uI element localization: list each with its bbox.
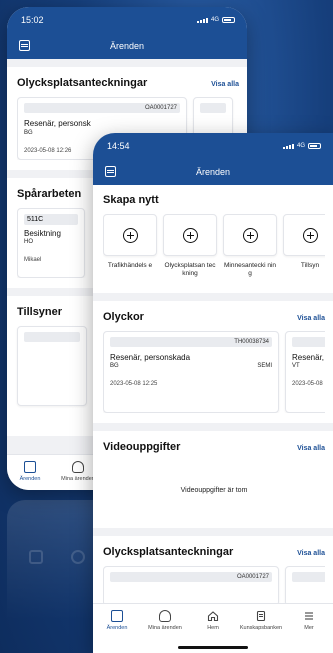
back-status-time: 15:02 [21,15,44,25]
front-nav-bar: Ärenden [93,159,333,185]
back-status-bar: 15:02 4G [7,7,247,33]
back-notes-view-all-link[interactable]: Visa alla [211,81,239,88]
back-track-work-card[interactable]: 511C Besiktning HO Mikael [17,207,85,279]
home-indicator [178,646,248,649]
tab-cases[interactable]: Ärenden [93,604,141,653]
back-track-work-sub: HO [24,239,33,246]
list-icon[interactable] [19,40,30,51]
front-header: 14:54 4G Ärenden [93,133,333,185]
accident-title: Resenär, personskada [110,352,191,362]
create-accident-note-button[interactable]: Olycksplatsan teckning [163,214,217,279]
accident-category: SEMI [257,363,272,370]
back-tab-cases[interactable]: Ärenden [7,455,53,490]
create-memo-button[interactable]: Minnesantecki ning [223,214,277,279]
home-icon [207,610,219,622]
accident-note-card-partial[interactable] [285,565,325,606]
back-header: 15:02 4G Ärenden [7,7,247,59]
person-icon [72,461,84,473]
front-phone-screen: 14:54 4G Ärenden Skapa nytt Trafikhändel… [93,133,333,653]
signal-icon [282,143,294,149]
front-nav-title: Ärenden [195,167,231,177]
accident-note-card[interactable]: OA0001727 [103,565,279,606]
plus-circle-icon [242,227,258,243]
create-supervision-button[interactable]: Tillsyn [283,214,325,279]
edit-icon [111,610,123,622]
front-network: 4G [296,143,305,149]
accident-note-id: OA0001727 [110,571,272,582]
back-supervision-title: Tillsyner [17,306,63,319]
back-network: 4G [210,17,219,23]
back-note-sub: BG [24,129,33,136]
menu-icon [303,610,315,622]
accident-card[interactable]: TH00038734 Resenär, personskada BG SEMI … [103,330,279,413]
person-icon [159,610,171,622]
edit-icon [24,461,36,473]
back-track-work-person: Mikael [24,257,42,264]
tab-more[interactable]: Mer [285,604,333,653]
accident-notes-view-all-link[interactable]: Visa alla [297,550,325,557]
battery-icon [308,143,321,149]
accident-location: BG [110,363,119,370]
accidents-view-all-link[interactable]: Visa alla [297,315,325,322]
accident-card-partial[interactable]: Resenär, VT 2023-05-08 [285,330,325,413]
back-track-work-code: 511C [24,213,78,225]
back-nav-bar: Ärenden [7,33,247,59]
back-note-title: Resenär, personsk [24,119,91,128]
back-nav-title: Ärenden [109,41,145,51]
front-status-time: 14:54 [107,141,130,151]
plus-circle-icon [302,227,318,243]
back-supervision-card[interactable] [17,326,87,407]
front-status-bar: 14:54 4G [93,133,333,159]
plus-circle-icon [122,227,138,243]
accident-date: 2023-05-08 12:25 [110,381,158,388]
signal-icon [196,17,208,23]
create-new-title: Skapa nytt [103,194,159,206]
accidents-title: Olyckor [103,310,144,323]
video-tasks-view-all-link[interactable]: Visa alla [297,445,325,452]
video-tasks-section: Videouppgifter Visa alla Videouppgifter … [93,430,333,528]
plus-circle-icon [182,227,198,243]
reflection-person-icon [71,550,85,564]
back-notes-title: Olycksplatsanteckningar [17,77,148,89]
accidents-section: Olyckor Visa alla TH00038734 Resenär, pe… [93,300,333,423]
battery-icon [222,17,235,23]
accident-notes-title: Olycksplatsanteckningar [103,545,234,558]
list-icon[interactable] [105,166,116,177]
video-tasks-empty-message: Videouppgifter är tom [180,486,248,494]
back-track-work-title: Spårarbeten [17,187,82,200]
reflection-edit-icon [29,550,43,564]
create-traffic-event-button[interactable]: Trafikhändels e [103,214,157,279]
create-new-section: Skapa nytt Trafikhändels e Olycksplatsan… [93,185,333,293]
video-tasks-title: Videouppgifter [103,440,181,453]
front-tab-bar: Ärenden Mina ärenden Hem Kunskapsbanken … [93,603,333,653]
back-track-work-card-title: Besiktning [24,228,61,238]
back-note-id: OA0001727 [24,103,180,113]
book-icon [255,610,267,622]
accident-id: TH00038734 [110,336,272,347]
